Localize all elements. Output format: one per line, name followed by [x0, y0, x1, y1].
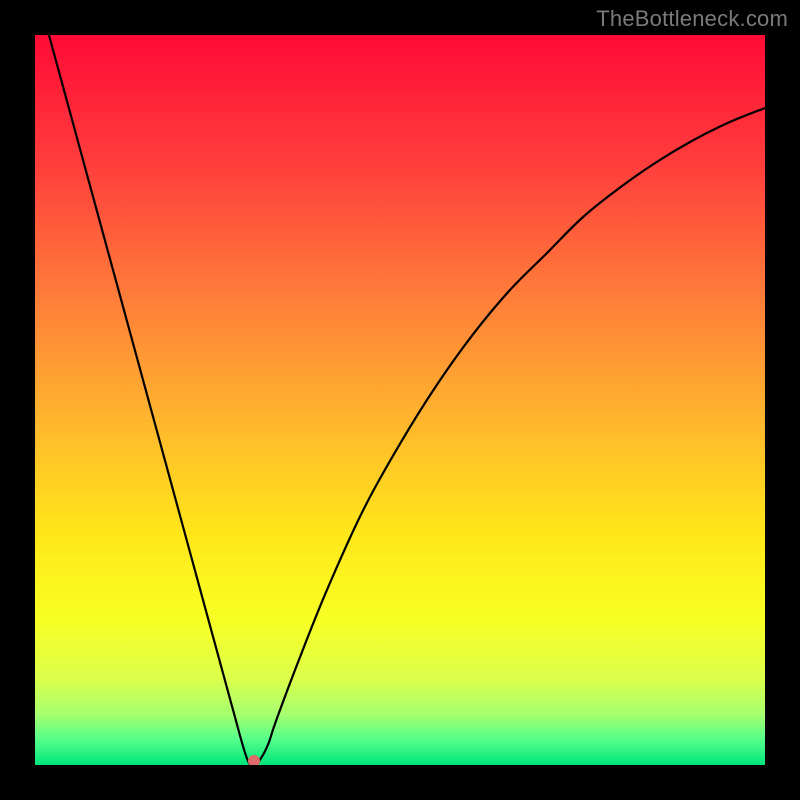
plot-area: [35, 35, 765, 765]
optimum-marker: [248, 755, 260, 765]
attribution-text: TheBottleneck.com: [596, 6, 788, 32]
bottleneck-curve: [35, 35, 765, 765]
chart-frame: TheBottleneck.com: [0, 0, 800, 800]
